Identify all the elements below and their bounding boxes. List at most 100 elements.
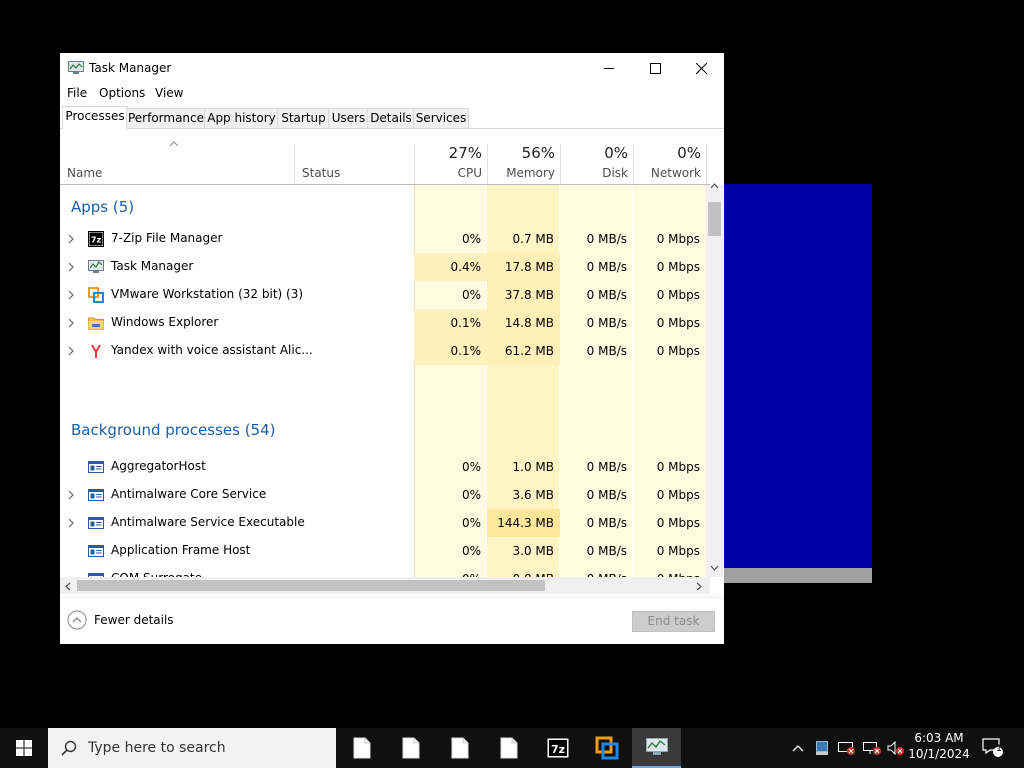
- 7zip-icon: 7z: [547, 738, 569, 758]
- column-power[interactable]: P: [706, 144, 711, 184]
- table-row[interactable]: Task Manager 0.4% 17.8 MB 0 MB/s 0 Mbps: [60, 253, 706, 281]
- tab-users[interactable]: Users: [328, 108, 369, 128]
- svg-text:7z: 7z: [551, 743, 565, 756]
- document-icon: [353, 737, 371, 759]
- cpu-value: 0%: [461, 232, 481, 246]
- column-network[interactable]: 0% Network: [633, 144, 707, 184]
- cpu-value: 0.4%: [414, 253, 487, 281]
- clock-time: 6:03 AM: [914, 731, 964, 745]
- group-apps-label: Apps (5): [71, 198, 135, 216]
- column-cpu[interactable]: 27% CPU: [414, 144, 488, 184]
- table-row[interactable]: AggregatorHost 0% 1.0 MB 0 MB/s 0 Mbps: [60, 453, 706, 481]
- memory-value: 17.8 MB: [487, 253, 560, 281]
- chevron-right-icon[interactable]: [68, 346, 74, 356]
- footer: Fewer details End task: [60, 597, 724, 645]
- table-row[interactable]: Antimalware Core Service 0% 3.6 MB 0 MB/s 0 …: [60, 481, 706, 509]
- background-window-scrollbar[interactable]: [724, 568, 872, 583]
- clock[interactable]: 6:03 AM 10/1/2024: [904, 731, 974, 761]
- taskbar-task-manager[interactable]: [632, 728, 681, 768]
- process-name: VMware Workstation (32 bit) (3): [111, 287, 304, 301]
- folder-icon: [88, 317, 104, 330]
- process-list: Apps (5) 7z 7-Zip File Manager 0% 0.7 MB 0 M…: [60, 185, 706, 577]
- document-icon: [500, 737, 518, 759]
- chevron-right-icon[interactable]: [68, 290, 74, 300]
- collapse-up-icon: [67, 610, 87, 630]
- memory-value: 0.7 MB: [512, 232, 554, 246]
- title-bar[interactable]: Task Manager: [60, 53, 724, 83]
- column-memory-label: Memory: [506, 166, 555, 180]
- chevron-right-icon[interactable]: [68, 262, 74, 272]
- menu-file[interactable]: File: [67, 86, 87, 100]
- horizontal-scroll-thumb[interactable]: [77, 580, 545, 591]
- search-box[interactable]: Type here to search: [48, 728, 336, 768]
- group-header-background[interactable]: Background processes (54): [60, 417, 706, 445]
- table-row[interactable]: Windows Explorer 0.1% 14.8 MB 0 MB/s 0 Mbps: [60, 309, 706, 337]
- column-disk[interactable]: 0% Disk: [560, 144, 634, 184]
- volume-muted-icon: [887, 741, 904, 755]
- column-name-label: Name: [67, 166, 103, 180]
- memory-value: 14.8 MB: [487, 309, 560, 337]
- chevron-right-icon[interactable]: [68, 318, 74, 328]
- table-row[interactable]: 7z 7-Zip File Manager 0% 0.7 MB 0 MB/s 0 Mbps: [60, 225, 706, 253]
- maximize-button[interactable]: [632, 53, 678, 83]
- task-manager-icon: [68, 61, 84, 74]
- tab-startup[interactable]: Startup: [277, 108, 330, 128]
- vertical-scrollbar[interactable]: [706, 183, 723, 577]
- column-network-label: Network: [650, 166, 701, 180]
- taskbar-vmware[interactable]: [583, 728, 631, 768]
- menu-options[interactable]: Options: [99, 86, 145, 100]
- scroll-down-icon[interactable]: [710, 565, 719, 571]
- taskbar-document-4[interactable]: [485, 728, 533, 768]
- taskbar-document-1[interactable]: [338, 728, 386, 768]
- column-name[interactable]: Name: [60, 141, 294, 184]
- minimize-button[interactable]: [586, 53, 632, 83]
- tray-device-icon-button[interactable]: [811, 728, 833, 768]
- table-row[interactable]: Application Frame Host 0% 3.0 MB 0 MB/s 0 Mb…: [60, 537, 706, 565]
- background-window[interactable]: [724, 184, 872, 568]
- memory-value: 144.3 MB: [487, 509, 560, 537]
- memory-value: 61.2 MB: [487, 337, 560, 365]
- task-manager-window: Task Manager File Options View Processes…: [60, 53, 724, 644]
- chevron-right-icon[interactable]: [68, 234, 74, 244]
- chevron-right-icon[interactable]: [68, 518, 74, 528]
- tab-services[interactable]: Services: [413, 108, 469, 128]
- tab-app-history[interactable]: App history: [204, 108, 279, 128]
- column-status[interactable]: Status: [294, 144, 415, 184]
- network-value: 0 Mbps: [656, 488, 700, 502]
- tray-network-button[interactable]: [860, 728, 884, 768]
- tray-security-button[interactable]: [835, 728, 859, 768]
- table-row[interactable]: VMware Workstation (32 bit) (3) 0% 37.8 MB…: [60, 281, 706, 309]
- service-window-icon: [88, 461, 104, 473]
- process-name: Windows Explorer: [111, 315, 219, 329]
- chevron-right-icon[interactable]: [68, 490, 74, 500]
- cpu-value: 0.1%: [414, 309, 487, 337]
- scroll-right-icon[interactable]: [696, 582, 702, 591]
- network-value: 0 Mbps: [656, 316, 700, 330]
- vertical-scroll-thumb[interactable]: [708, 202, 721, 236]
- 7zip-icon: 7z: [88, 231, 104, 247]
- tab-performance[interactable]: Performance: [126, 108, 206, 128]
- menu-view[interactable]: View: [155, 86, 183, 100]
- tab-processes[interactable]: Processes: [62, 106, 128, 129]
- taskbar-document-3[interactable]: [436, 728, 484, 768]
- taskbar-document-2[interactable]: [387, 728, 435, 768]
- taskbar-7zip[interactable]: 7z: [534, 728, 582, 768]
- scroll-up-icon[interactable]: [710, 183, 719, 189]
- scroll-left-icon[interactable]: [65, 582, 71, 591]
- notification-center-button[interactable]: 1: [978, 728, 1008, 768]
- tab-details[interactable]: Details: [367, 108, 415, 128]
- table-row[interactable]: Yandex with voice assistant Alic... 0.1% 6…: [60, 337, 706, 365]
- network-value: 0 Mbps: [656, 260, 700, 274]
- show-hidden-icons-button[interactable]: [787, 728, 809, 768]
- group-header-apps[interactable]: Apps (5): [60, 193, 706, 221]
- end-task-button[interactable]: End task: [632, 611, 715, 632]
- sort-up-icon: [169, 141, 179, 147]
- horizontal-scrollbar[interactable]: [60, 577, 710, 594]
- start-button[interactable]: [0, 728, 48, 768]
- column-memory[interactable]: 56% Memory: [487, 144, 561, 184]
- column-status-label: Status: [302, 166, 341, 180]
- close-icon: [695, 62, 707, 74]
- table-row[interactable]: Antimalware Service Executable 0% 144.3 MB…: [60, 509, 706, 537]
- disk-value: 0 MB/s: [586, 316, 627, 330]
- close-button[interactable]: [678, 53, 724, 83]
